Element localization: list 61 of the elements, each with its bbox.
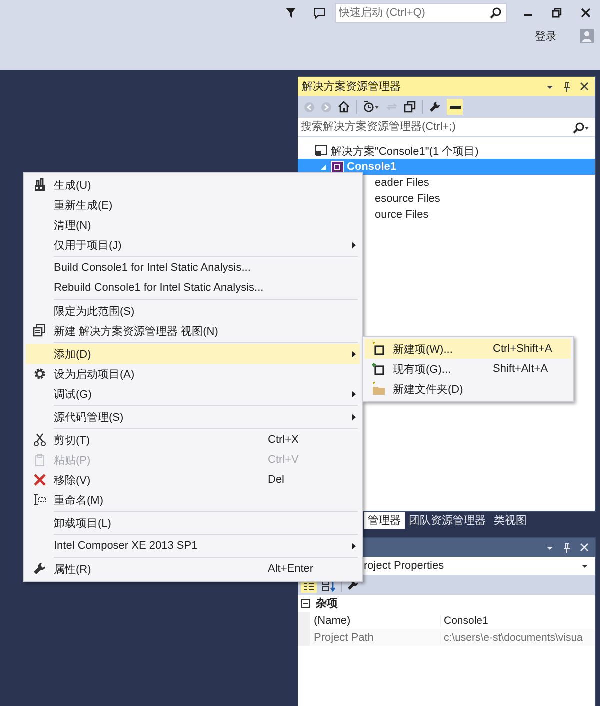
menu-item[interactable]: 重命名(M) — [26, 490, 360, 510]
scissors-icon — [33, 433, 47, 447]
close-icon[interactable] — [580, 8, 590, 18]
menu-item[interactable]: 生成(U) — [26, 175, 360, 195]
search-field[interactable]: 搜索解决方案资源管理器(Ctrl+;) — [298, 118, 595, 137]
gear-icon — [33, 367, 47, 381]
menu-item[interactable]: 源代码管理(S) — [26, 407, 360, 427]
panel-title: 解决方案资源管理器 — [302, 80, 402, 94]
cross-icon — [33, 473, 47, 487]
menu-item[interactable]: 清理(N) — [26, 215, 360, 235]
clipboard-icon — [33, 453, 47, 467]
menu-item[interactable]: 现有项(G)... Shift+Alt+A — [365, 359, 571, 379]
menu-item[interactable]: 重新生成(E) — [26, 195, 360, 215]
preview-icon[interactable] — [447, 99, 463, 115]
menu-item[interactable]: Build Console1 for Intel Static Analysis... — [26, 258, 360, 278]
wrench-icon — [33, 562, 47, 576]
dropdown-icon — [581, 562, 589, 570]
home-icon[interactable] — [338, 101, 350, 113]
menu-item[interactable]: 限定为此范围(S) — [26, 301, 360, 321]
quick-launch-field[interactable]: 快速启动 (Ctrl+Q) — [335, 3, 507, 23]
sign-in-link[interactable]: 登录 — [535, 28, 557, 44]
pin-icon[interactable] — [563, 82, 571, 92]
menu-item[interactable]: 剪切(T) Ctrl+X — [26, 430, 360, 450]
menu-item[interactable]: 新建文件夹(D) — [365, 379, 571, 399]
property-name: Project Path — [313, 632, 375, 644]
collapse-icon[interactable] — [301, 599, 310, 608]
search-icon[interactable] — [490, 7, 502, 19]
expanded-arrow-icon[interactable] — [320, 164, 326, 170]
menu-item[interactable]: 新建 解决方案资源管理器 视图(N) — [26, 321, 360, 341]
solution-icon — [315, 145, 328, 157]
menu-item[interactable]: 新建项(W)... Ctrl+Shift+A — [365, 339, 571, 359]
panel-tab[interactable]: 团队资源管理器 — [405, 512, 490, 529]
menu-item[interactable]: Rebuild Console1 for Intel Static Analysis... — [26, 278, 360, 298]
panel-tab[interactable]: 类视图 — [490, 512, 531, 529]
property-value[interactable]: Console1 — [440, 614, 595, 626]
menu-item[interactable]: 调试(G) — [26, 384, 360, 404]
property-name: (Name) — [313, 614, 352, 626]
collapse-all-icon[interactable] — [404, 101, 416, 113]
menu-item[interactable]: 移除(V) Del — [26, 470, 360, 490]
menu-item[interactable]: 添加(D) — [26, 344, 360, 364]
history-icon[interactable] — [363, 101, 380, 113]
search-icon[interactable] — [573, 122, 590, 134]
existing-item-icon — [372, 362, 386, 376]
panel-tab[interactable]: 管理器 — [364, 512, 405, 529]
feedback-icon[interactable] — [312, 6, 326, 20]
tree-item[interactable]: 解决方案"Console1"(1 个项目) — [298, 143, 595, 159]
filter-icon[interactable] — [285, 7, 297, 19]
wrench-icon[interactable] — [429, 101, 441, 113]
close-icon[interactable] — [580, 82, 589, 91]
rename-icon — [33, 493, 47, 507]
folder-icon — [372, 382, 386, 396]
menu-item[interactable]: Intel Composer XE 2013 SP1 — [26, 536, 360, 556]
category-label: 杂项 — [316, 596, 338, 611]
menu-item[interactable]: 卸载项目(L) — [26, 513, 360, 533]
menu-item[interactable]: 设为启动项目(A) — [26, 364, 360, 384]
menu-item[interactable]: 仅用于项目(J) — [26, 235, 360, 255]
menu-item[interactable]: 属性(R) Alt+Enter — [26, 559, 360, 579]
new-item-icon — [372, 342, 386, 356]
restore-icon[interactable] — [552, 8, 562, 18]
build-icon — [33, 178, 47, 192]
window-icon — [33, 324, 47, 338]
